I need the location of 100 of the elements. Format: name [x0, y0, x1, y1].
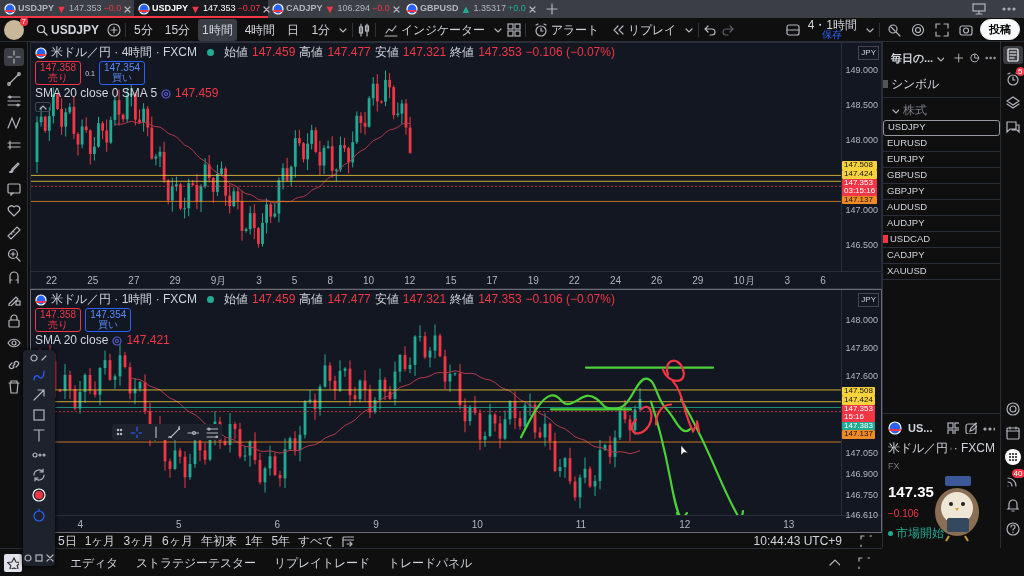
drag-handle-icon[interactable]: [115, 427, 123, 437]
favorite-button[interactable]: [4, 553, 22, 572]
panel-tab[interactable]: トレードパネル: [388, 553, 472, 572]
layers-icon[interactable]: [1005, 96, 1020, 110]
watchlist-item[interactable]: CADJPY: [883, 247, 1000, 264]
panel-tab[interactable]: ストラテジーテスター: [136, 553, 256, 572]
layout-button[interactable]: 4・1時間 保存: [803, 17, 861, 42]
trend-line-icon[interactable]: [6, 72, 21, 86]
zoom-icon[interactable]: [6, 248, 21, 262]
watchlist-item[interactable]: USDCAD: [883, 231, 1000, 248]
edit-icon[interactable]: [965, 421, 977, 434]
currency-label[interactable]: JPY: [858, 293, 879, 307]
ruler-icon[interactable]: [6, 226, 21, 240]
eye-icon[interactable]: [6, 336, 21, 350]
target-icon[interactable]: [1005, 402, 1020, 416]
record-icon[interactable]: [32, 488, 46, 502]
close-icon[interactable]: [527, 4, 537, 14]
fib-lines-icon[interactable]: [6, 94, 21, 108]
curve-tool-icon[interactable]: [32, 368, 46, 382]
symbol-name[interactable]: US...: [908, 419, 933, 436]
grid-icon[interactable]: [507, 22, 522, 37]
panel-tab[interactable]: リプレイトレード: [274, 553, 370, 572]
rectangle-tool-icon[interactable]: [32, 408, 46, 422]
replay-button[interactable]: リプレイ: [607, 18, 681, 41]
watchlist-item[interactable]: AUDUSD: [883, 199, 1000, 216]
pie-icon[interactable]: [969, 52, 979, 65]
range-button[interactable]: すべて: [298, 531, 335, 550]
sell-button[interactable]: 147.358 売り: [35, 308, 82, 332]
watchlist-item[interactable]: GBPUSD: [883, 167, 1000, 184]
range-button[interactable]: 年初来: [200, 531, 237, 550]
layout-icon[interactable]: [785, 22, 800, 37]
watchlist-title[interactable]: 毎日の...: [887, 48, 949, 69]
range-button[interactable]: 1ヶ月: [84, 531, 116, 550]
buy-button[interactable]: 147.354 買い: [85, 308, 132, 332]
maximize-icon[interactable]: [860, 534, 872, 547]
pattern-icon[interactable]: [6, 116, 21, 130]
post-button[interactable]: 投稿: [980, 19, 1020, 40]
heart-icon[interactable]: [6, 204, 21, 218]
grid-icon[interactable]: [947, 421, 959, 434]
fullscreen-icon[interactable]: [935, 22, 949, 37]
cut-icon[interactable]: [46, 554, 54, 562]
watchlist-item[interactable]: EURJPY: [883, 151, 1000, 168]
copy-icon[interactable]: [35, 554, 43, 562]
watchlist-item[interactable]: EURUSD: [883, 135, 1000, 152]
interval-button[interactable]: 1分: [307, 18, 335, 41]
calendar-icon[interactable]: [1005, 426, 1020, 440]
chat-icon[interactable]: [1005, 120, 1020, 134]
chart-title[interactable]: 米ドル／円 · 4時間 · FXCM: [51, 46, 197, 59]
settings-icon[interactable]: [30, 354, 38, 362]
tab[interactable]: USDJPY ▼ 147.353 −0.07: [134, 0, 268, 18]
tab[interactable]: GBPUSD ▲ 1.35317 +0.0: [402, 0, 536, 18]
rotate-tool-icon[interactable]: [32, 468, 46, 482]
range-button[interactable]: 5日: [58, 531, 77, 550]
watchlist-item[interactable]: USDJPY: [883, 119, 1000, 136]
help-icon[interactable]: [1005, 522, 1020, 536]
tab[interactable]: CADJPY ▼ 106.294 −0.0: [268, 0, 402, 18]
fib-lines-icon[interactable]: [206, 426, 219, 438]
buy-button[interactable]: 147.354 買い: [98, 61, 146, 85]
settings-icon[interactable]: [911, 22, 925, 37]
lock-icon[interactable]: [6, 314, 21, 328]
settings-icon[interactable]: [24, 554, 32, 562]
range-button[interactable]: 1年: [244, 531, 264, 550]
indicator-label[interactable]: SMA 20 close: [35, 334, 109, 347]
maximize-icon[interactable]: [858, 556, 870, 569]
watchlist-icon[interactable]: [1005, 48, 1020, 62]
stopwatch-icon[interactable]: [32, 508, 46, 522]
symbol-search[interactable]: USDJPY: [32, 18, 104, 41]
apps-grid-icon[interactable]: [1004, 449, 1021, 465]
trash-icon[interactable]: [6, 380, 21, 394]
add-symbol-icon[interactable]: [107, 22, 122, 37]
arrow-tool-icon[interactable]: [32, 388, 46, 402]
tab[interactable]: USDJPY ▼ 147.353 −0.0: [0, 0, 134, 18]
bell-icon[interactable]: [1005, 498, 1020, 512]
watchlist-item[interactable]: AUDJPY: [883, 215, 1000, 232]
parallel-lines-icon[interactable]: [6, 138, 21, 152]
close-icon[interactable]: [262, 4, 272, 14]
alert-button[interactable]: アラート: [530, 18, 604, 41]
interval-button[interactable]: 4時間: [240, 18, 280, 41]
text-tool-icon[interactable]: [32, 428, 46, 442]
monitor-icon[interactable]: [972, 2, 986, 16]
alarm-clock-icon[interactable]: [1005, 72, 1020, 86]
interval-button[interactable]: 15分: [160, 18, 195, 41]
plus-icon[interactable]: [546, 3, 558, 15]
trend-line-icon[interactable]: [168, 426, 181, 438]
magnet-icon[interactable]: [6, 270, 21, 284]
close-icon[interactable]: [391, 4, 401, 14]
watchlist-item[interactable]: GBPJPY: [883, 183, 1000, 200]
camera-icon[interactable]: [959, 22, 973, 37]
range-button[interactable]: 5年: [271, 531, 291, 550]
signal-icon[interactable]: [1005, 474, 1020, 488]
quick-search-icon[interactable]: [887, 22, 901, 37]
candlestick-icon[interactable]: [357, 22, 372, 37]
clock-time[interactable]: 10:44:43 UTC+9: [753, 531, 842, 550]
section-label[interactable]: 株式: [903, 100, 927, 119]
interval-button[interactable]: 日: [283, 18, 304, 41]
range-button[interactable]: 6ヶ月: [162, 531, 193, 550]
sell-button[interactable]: 147.358 売り: [35, 61, 82, 85]
panel-tab[interactable]: エディタ: [70, 553, 118, 572]
interval-button[interactable]: 1時間: [198, 18, 237, 41]
add-icon[interactable]: [954, 52, 964, 65]
